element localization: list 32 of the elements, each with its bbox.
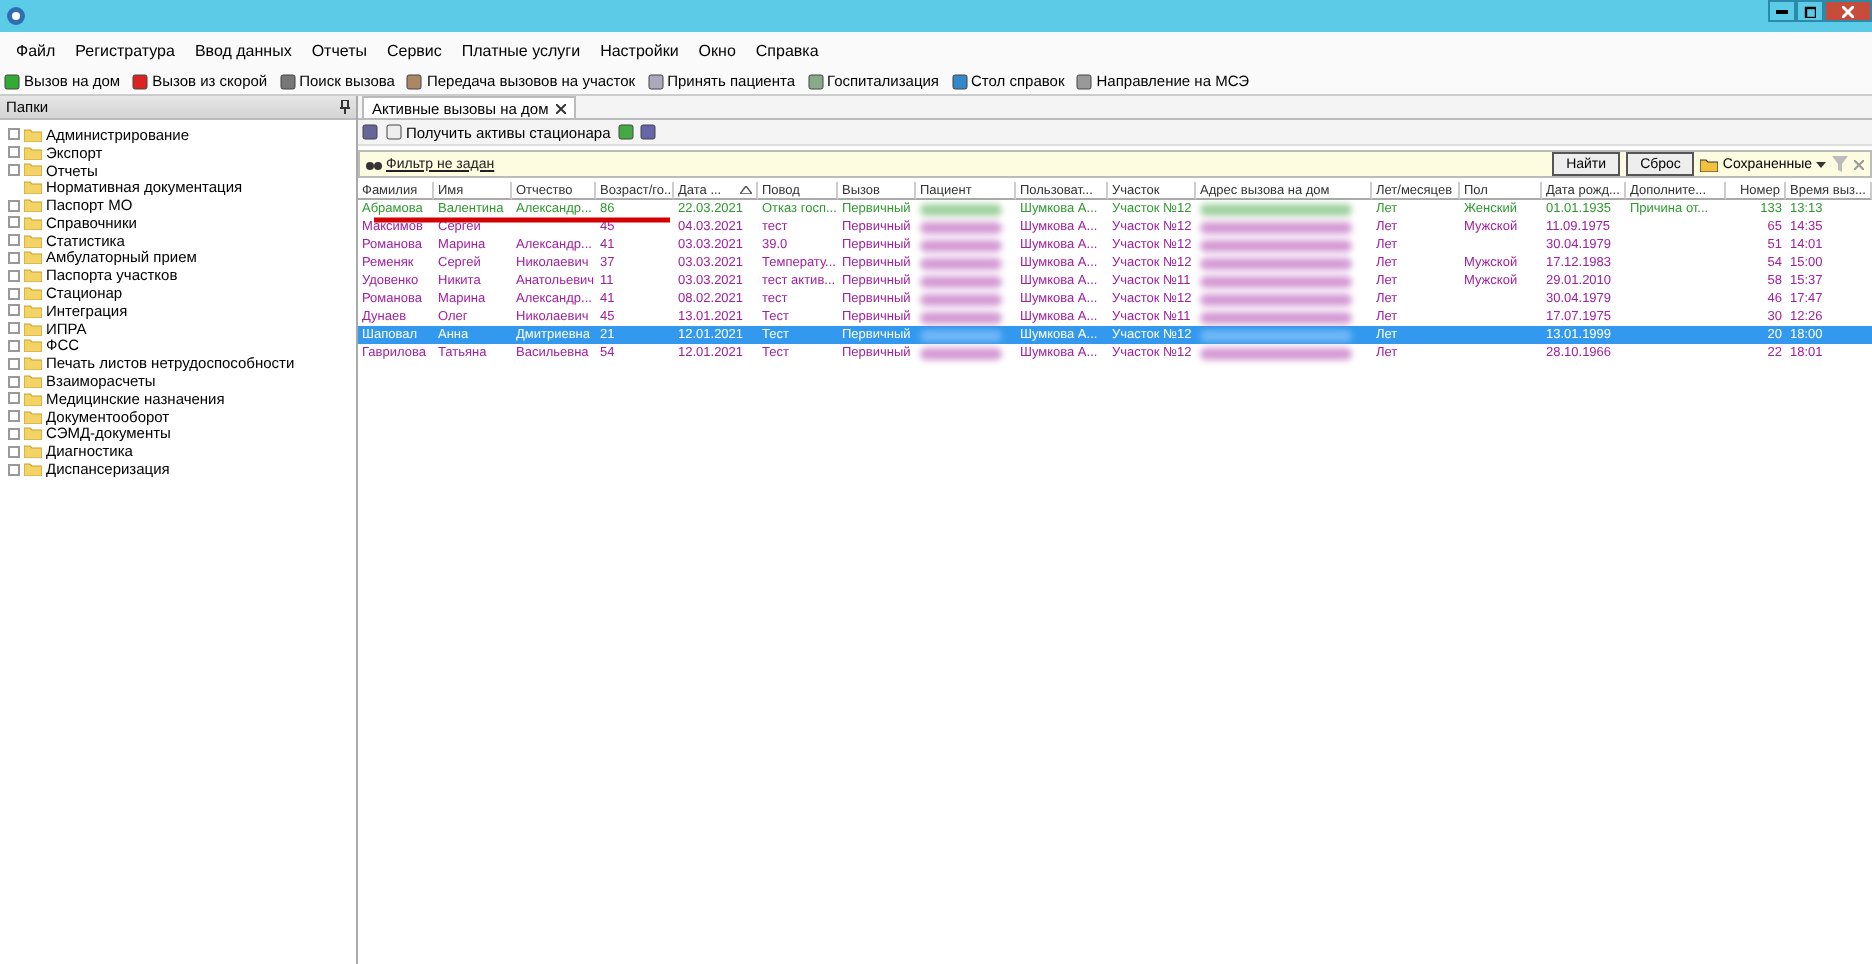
app-icon — [6, 6, 26, 26]
folder-icon — [1700, 157, 1719, 171]
minimize-icon — [1776, 9, 1788, 13]
caret-icon — [1816, 161, 1826, 167]
binoculars-icon — [366, 158, 382, 170]
menu-item[interactable]: Справка — [755, 41, 819, 59]
close-button[interactable] — [1824, 0, 1872, 22]
menu-item[interactable]: Сервис — [386, 41, 442, 59]
menu-item[interactable]: Платные услуги — [461, 41, 581, 59]
blurred-text — [920, 293, 1003, 305]
menu-item[interactable]: Файл — [16, 41, 56, 59]
restore-icon — [1804, 5, 1816, 17]
blurred-text — [920, 329, 1003, 341]
filter-icon[interactable] — [1832, 156, 1848, 172]
blurred-text — [920, 203, 1003, 215]
menu-item[interactable]: Настройки — [600, 41, 679, 59]
restore-button[interactable] — [1796, 0, 1824, 22]
menu-item[interactable]: Регистратура — [75, 41, 175, 59]
blurred-text — [920, 347, 1003, 359]
blurred-text — [920, 275, 1003, 287]
blurred-text — [920, 257, 1003, 269]
pin-icon[interactable] — [340, 100, 350, 114]
sort-icon — [740, 186, 752, 194]
menu-item[interactable]: Окно — [698, 41, 736, 59]
blurred-text — [920, 311, 1003, 323]
close-icon[interactable] — [556, 103, 567, 113]
blurred-text — [920, 221, 1003, 233]
blurred-text — [920, 239, 1003, 251]
close-icon — [1842, 5, 1854, 17]
minimize-button[interactable] — [1768, 0, 1796, 22]
menu-item[interactable]: Ввод данных — [194, 41, 292, 59]
menu-item[interactable]: Отчеты — [311, 41, 367, 59]
